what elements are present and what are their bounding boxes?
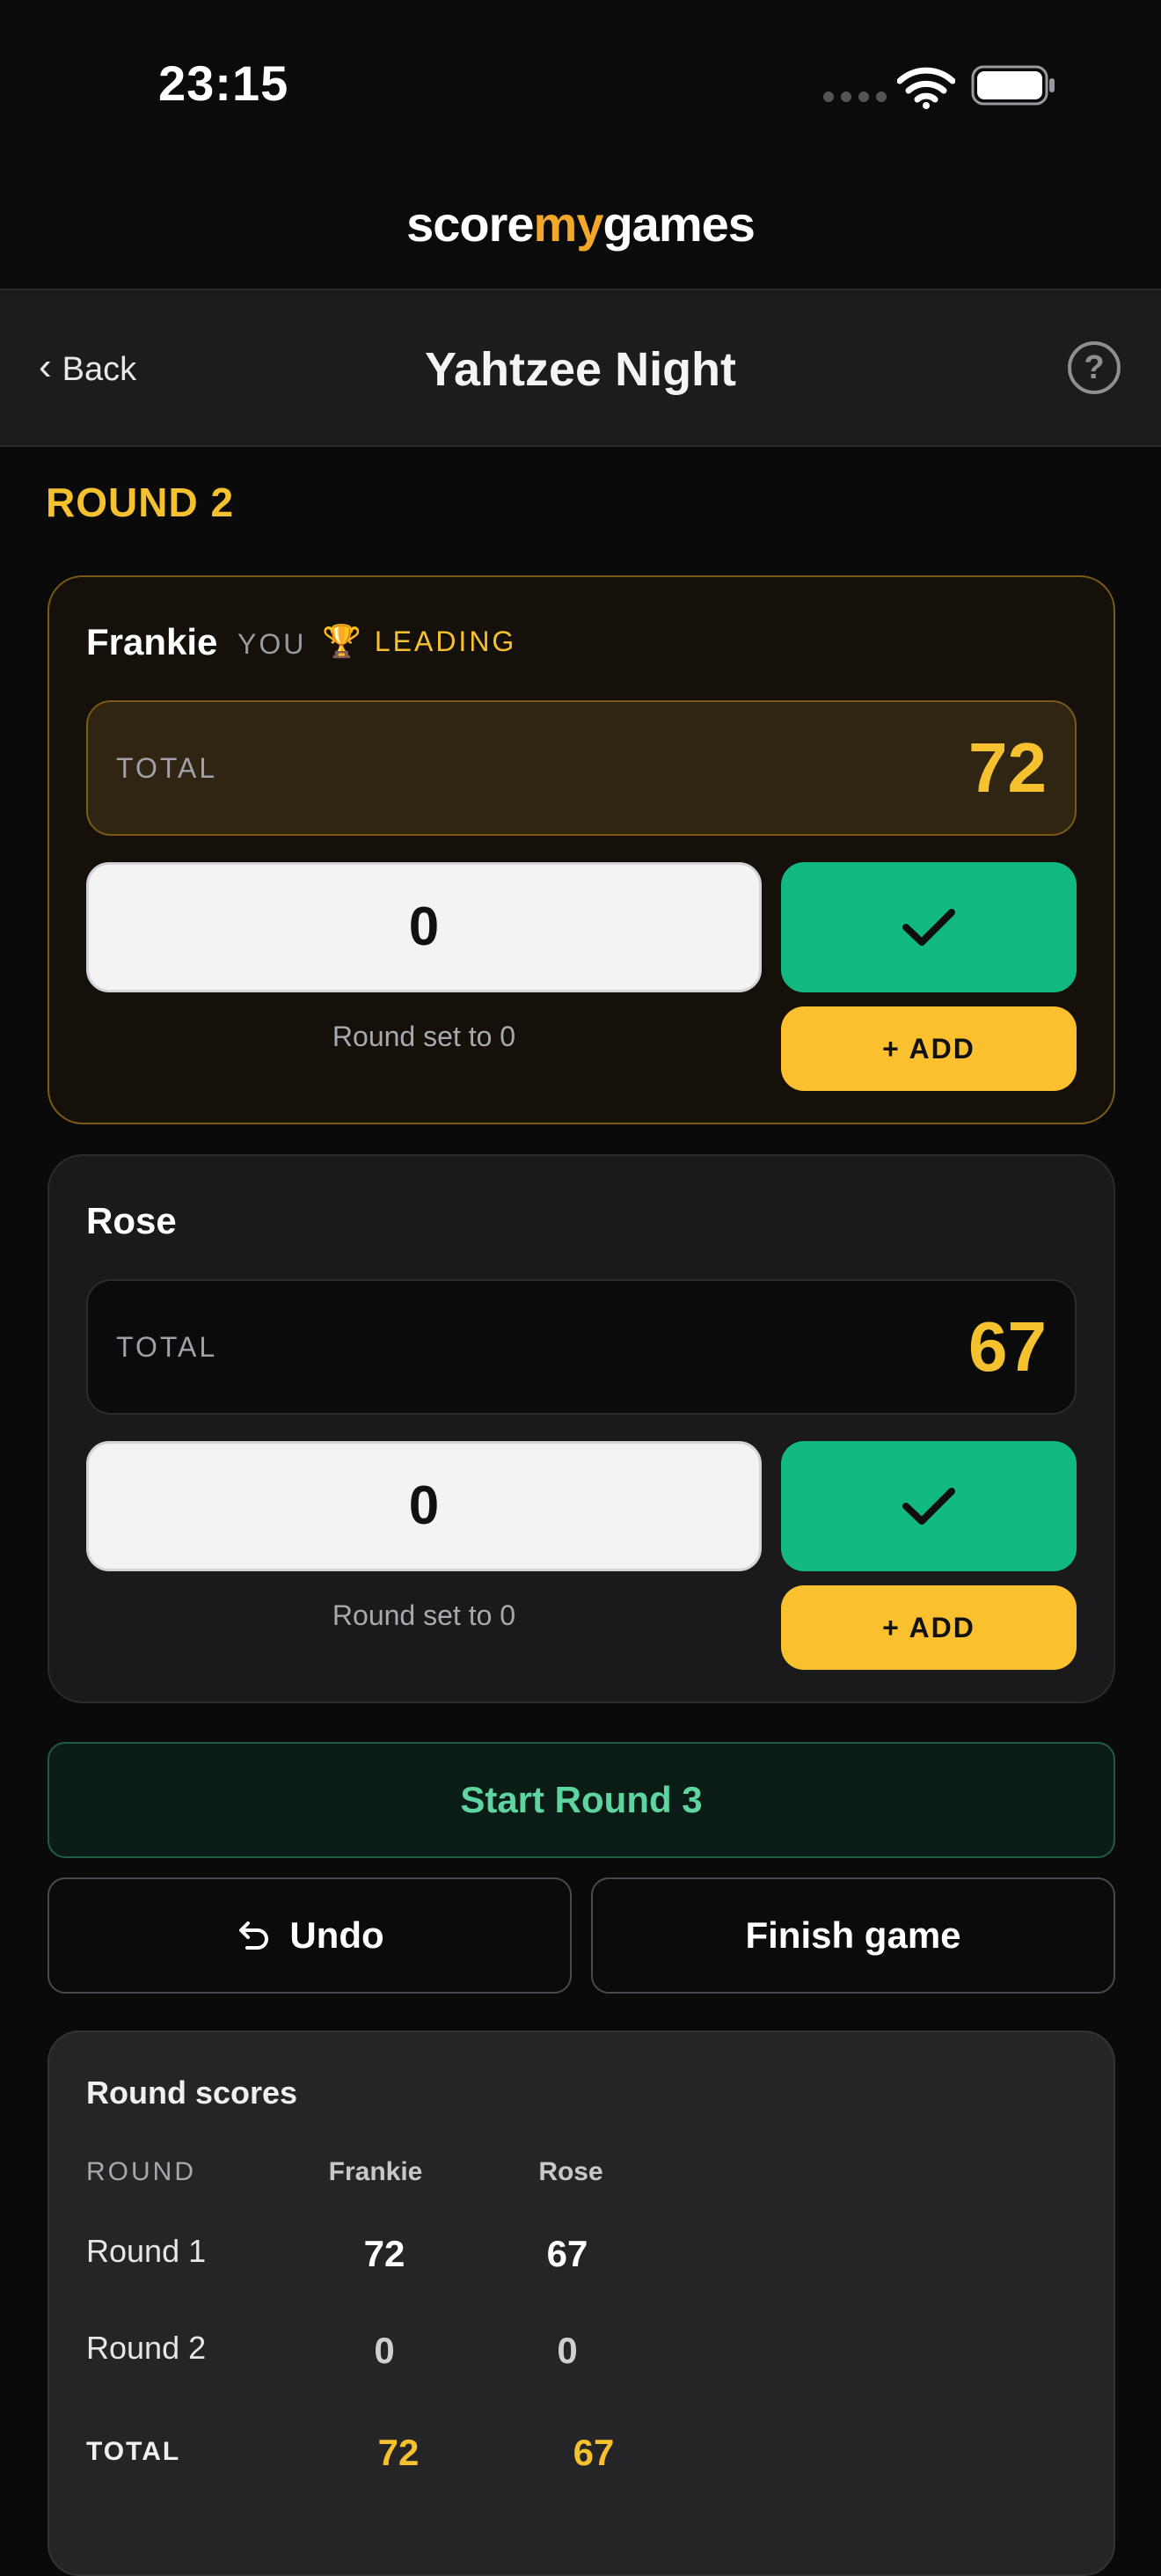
confirm-button[interactable] bbox=[781, 1441, 1077, 1571]
column-header-frankie: Frankie bbox=[328, 2157, 423, 2186]
total-value: 72 bbox=[968, 728, 1047, 807]
round-heading: ROUND 2 bbox=[46, 479, 235, 525]
brand-logo: scoremygames bbox=[406, 196, 756, 252]
check-icon bbox=[902, 909, 955, 946]
total-box: TOTAL 67 bbox=[86, 1279, 1077, 1415]
total-cell: 67 bbox=[573, 2432, 615, 2473]
add-button[interactable]: + ADD bbox=[781, 1006, 1077, 1091]
total-value: 67 bbox=[968, 1307, 1047, 1386]
row-label: Round 2 bbox=[86, 2330, 207, 2366]
confirm-button[interactable] bbox=[781, 862, 1077, 992]
back-label: Back bbox=[62, 350, 137, 388]
total-cell: 72 bbox=[377, 2432, 420, 2473]
player-name: Frankie bbox=[86, 621, 218, 662]
undo-icon bbox=[239, 1921, 269, 1950]
nav-bar: ‹ Back Yahtzee Night bbox=[0, 289, 1161, 447]
wifi-icon bbox=[897, 67, 955, 109]
undo-button[interactable]: Undo bbox=[47, 1877, 572, 1994]
player-card-frankie: Frankie YOU 🏆 LEADING TOTAL 72 0 Round s… bbox=[47, 575, 1115, 1124]
help-icon[interactable]: ? bbox=[1068, 341, 1121, 394]
total-label: TOTAL bbox=[116, 1331, 218, 1363]
back-button[interactable]: ‹ Back bbox=[39, 290, 136, 449]
round-note: Round set to 0 bbox=[332, 1021, 516, 1052]
chevron-left-icon: ‹ bbox=[39, 345, 52, 388]
round-scores-panel: Round scores ROUND Frankie Rose Round 1 … bbox=[47, 2031, 1115, 2576]
column-header-rose: Rose bbox=[538, 2157, 603, 2186]
round-note: Round set to 0 bbox=[332, 1599, 516, 1631]
status-time: 23:15 bbox=[158, 55, 289, 111]
round-score-input[interactable]: 0 bbox=[86, 1441, 762, 1571]
check-icon bbox=[902, 1488, 955, 1525]
score-cell: 0 bbox=[557, 2330, 578, 2371]
round-score-input[interactable]: 0 bbox=[86, 862, 762, 992]
page-title: Yahtzee Night bbox=[424, 343, 737, 396]
total-box: TOTAL 72 bbox=[86, 700, 1077, 836]
start-round-button[interactable]: Start Round 3 bbox=[47, 1742, 1115, 1858]
score-cell: 67 bbox=[546, 2233, 588, 2274]
add-button[interactable]: + ADD bbox=[781, 1585, 1077, 1670]
player-card-rose: Rose TOTAL 67 0 Round set to 0 + ADD bbox=[47, 1154, 1115, 1703]
row-label: Round 1 bbox=[86, 2233, 207, 2269]
leading-badge: 🏆 LEADING bbox=[322, 623, 516, 660]
round-scores-title: Round scores bbox=[86, 2075, 298, 2111]
total-label: TOTAL bbox=[116, 752, 218, 784]
trophy-icon: 🏆 bbox=[322, 623, 364, 659]
score-cell: 72 bbox=[363, 2233, 405, 2274]
row-label: TOTAL bbox=[86, 2437, 181, 2466]
column-header-round: ROUND bbox=[86, 2157, 196, 2186]
undo-label: Undo bbox=[289, 1914, 384, 1956]
finish-game-button[interactable]: Finish game bbox=[591, 1877, 1115, 1994]
player-name: Rose bbox=[86, 1200, 177, 1241]
cellular-signal-icon bbox=[823, 91, 887, 102]
leading-label: LEADING bbox=[374, 625, 517, 657]
score-cell: 0 bbox=[374, 2330, 395, 2371]
battery-icon bbox=[971, 65, 1055, 106]
you-tag: YOU bbox=[237, 628, 307, 660]
